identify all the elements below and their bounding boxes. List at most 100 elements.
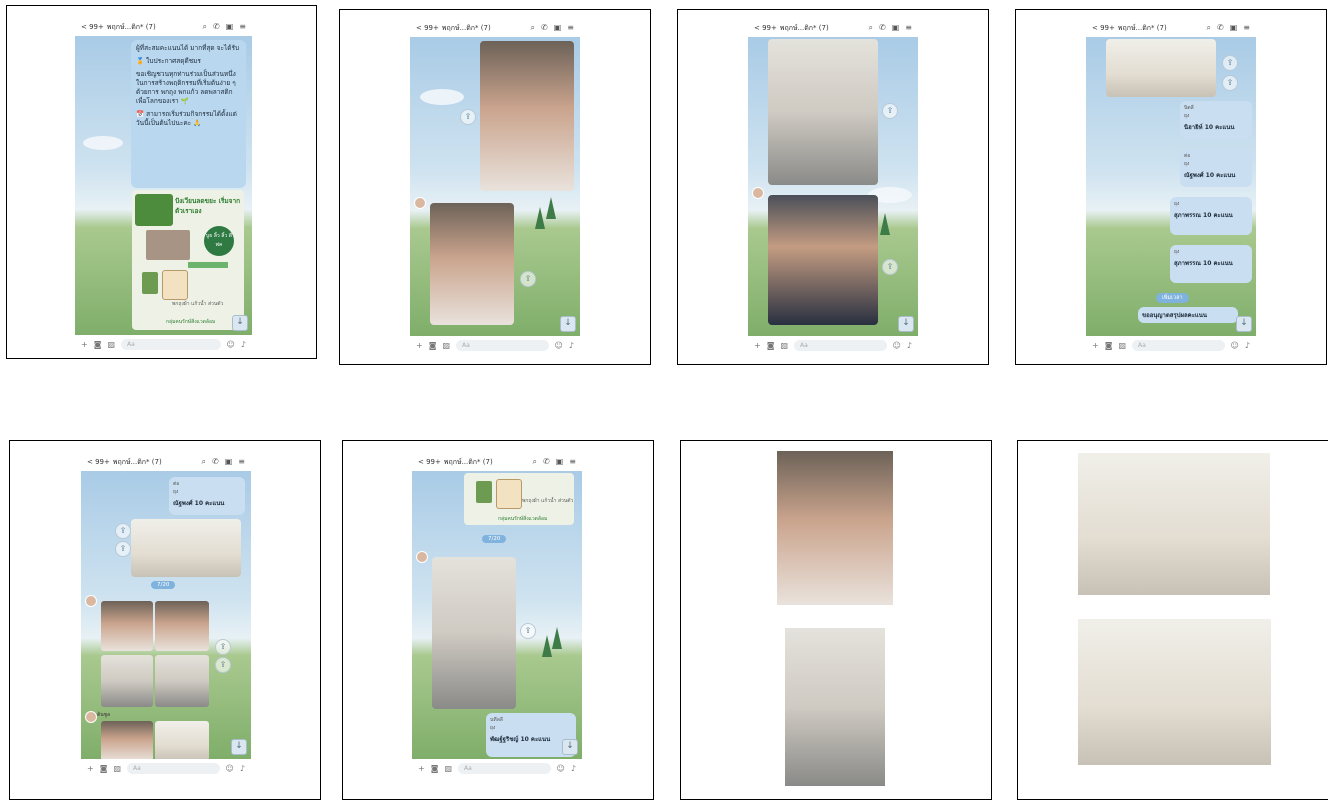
plus-icon[interactable]: + xyxy=(416,341,423,350)
notes-icon[interactable]: ▣ xyxy=(1230,23,1238,33)
message-input[interactable]: Aa xyxy=(456,339,549,351)
scroll-down-button[interactable]: ↓ xyxy=(898,316,914,332)
mic-icon[interactable]: ♪ xyxy=(907,341,912,350)
score-notice[interactable]: นิตลี ยุง นิฮายิห์ 10 คะแนน xyxy=(1180,101,1252,139)
mic-icon[interactable]: ♪ xyxy=(571,764,576,773)
camera-icon[interactable]: ◙ xyxy=(429,341,437,350)
menu-icon[interactable]: ≡ xyxy=(567,23,574,33)
camera-icon[interactable]: ◙ xyxy=(767,341,775,350)
scroll-down-button[interactable]: ↓ xyxy=(562,739,578,755)
message-input[interactable]: Aa xyxy=(458,762,551,774)
photo-woman-drinking-glass[interactable] xyxy=(430,203,514,325)
share-icon[interactable]: ⇪ xyxy=(460,109,476,125)
score-notice[interactable]: ยุง สุภาพรรณ 10 คะแนน xyxy=(1170,245,1252,283)
share-icon[interactable]: ⇪ xyxy=(115,523,131,539)
message-input[interactable]: Aa xyxy=(121,338,221,350)
emoji-icon[interactable]: ☺ xyxy=(557,764,565,773)
menu-icon[interactable]: ≡ xyxy=(569,457,576,467)
plus-icon[interactable]: + xyxy=(754,341,761,350)
image-icon[interactable]: ▨ xyxy=(1118,341,1126,350)
camera-icon[interactable]: ◙ xyxy=(100,764,108,773)
back-button[interactable]: < 99+ xyxy=(81,23,104,31)
phone-icon[interactable]: ✆ xyxy=(541,23,548,33)
search-icon[interactable]: ⌕ xyxy=(203,22,207,32)
photo-tile[interactable] xyxy=(101,601,153,651)
camera-icon[interactable]: ◙ xyxy=(94,340,102,349)
photo-tile[interactable] xyxy=(155,721,209,759)
plus-icon[interactable]: + xyxy=(81,340,88,349)
phone-icon[interactable]: ✆ xyxy=(879,23,886,33)
message-input[interactable]: Aa xyxy=(127,762,220,774)
scroll-down-button[interactable]: ↓ xyxy=(231,739,247,755)
score-notice[interactable]: ยุง สุภาพรรณ 10 คะแนน xyxy=(1170,197,1252,235)
search-icon[interactable]: ⌕ xyxy=(531,23,535,33)
scroll-down-button[interactable]: ↓ xyxy=(1236,316,1252,332)
notes-icon[interactable]: ▣ xyxy=(892,23,900,33)
plus-icon[interactable]: + xyxy=(418,764,425,773)
emoji-icon[interactable]: ☺ xyxy=(893,341,901,350)
phone-icon[interactable]: ✆ xyxy=(213,22,220,32)
share-icon[interactable]: ⇪ xyxy=(520,271,536,287)
back-button[interactable]: < 99+ xyxy=(754,24,777,32)
back-button[interactable]: < 99+ xyxy=(418,458,441,466)
plus-icon[interactable]: + xyxy=(87,764,94,773)
photo-tote-bags[interactable] xyxy=(131,519,241,577)
share-icon[interactable]: ⇪ xyxy=(1222,55,1238,71)
share-icon[interactable]: ⇪ xyxy=(215,639,231,655)
menu-icon[interactable]: ≡ xyxy=(238,457,245,467)
photo-tile[interactable] xyxy=(101,655,153,707)
photo-man-holding-cup[interactable] xyxy=(768,195,878,325)
share-icon[interactable]: ⇪ xyxy=(520,623,536,639)
mic-icon[interactable]: ♪ xyxy=(1245,341,1250,350)
menu-icon[interactable]: ≡ xyxy=(905,23,912,33)
back-button[interactable]: < 99+ xyxy=(87,458,110,466)
share-icon[interactable]: ⇪ xyxy=(115,541,131,557)
photo-two-women-cups[interactable] xyxy=(1106,39,1216,97)
score-notice[interactable]: ต่อ ยุง ณัฐพงศ์ 10 คะแนน xyxy=(1180,149,1252,187)
emoji-icon[interactable]: ☺ xyxy=(555,341,563,350)
score-notice[interactable]: ต่อ ยุง ณัฐพงศ์ 10 คะแนน xyxy=(169,477,245,515)
phone-icon[interactable]: ✆ xyxy=(1217,23,1224,33)
image-icon[interactable]: ▨ xyxy=(780,341,788,350)
menu-icon[interactable]: ≡ xyxy=(1243,23,1250,33)
plus-icon[interactable]: + xyxy=(1092,341,1099,350)
notes-icon[interactable]: ▣ xyxy=(556,457,564,467)
message-input[interactable]: Aa xyxy=(794,339,887,351)
image-icon[interactable]: ▨ xyxy=(444,764,452,773)
search-icon[interactable]: ⌕ xyxy=(533,457,537,467)
emoji-icon[interactable]: ☺ xyxy=(1231,341,1239,350)
photo-man-mirror-selfie[interactable] xyxy=(432,557,516,709)
photo-tile[interactable] xyxy=(155,601,209,651)
search-icon[interactable]: ⌕ xyxy=(869,23,873,33)
phone-icon[interactable]: ✆ xyxy=(212,457,219,467)
camera-icon[interactable]: ◙ xyxy=(431,764,439,773)
mic-icon[interactable]: ♪ xyxy=(241,340,246,349)
share-icon[interactable]: ⇪ xyxy=(215,657,231,673)
notes-icon[interactable]: ▣ xyxy=(226,22,234,32)
share-icon[interactable]: ⇪ xyxy=(1222,75,1238,91)
share-icon[interactable]: ⇪ xyxy=(882,259,898,275)
mic-icon[interactable]: ♪ xyxy=(240,764,245,773)
emoji-icon[interactable]: ☺ xyxy=(227,340,235,349)
message-input[interactable]: Aa xyxy=(1132,339,1225,351)
image-icon[interactable]: ▨ xyxy=(113,764,121,773)
notes-icon[interactable]: ▣ xyxy=(554,23,562,33)
photo-man-office-cup[interactable] xyxy=(768,39,878,185)
share-icon[interactable]: ⇪ xyxy=(882,103,898,119)
campaign-poster[interactable]: ปังเวียนลดขยะ เริ่มจากตัวเราเอง บูธ ลิ้ว… xyxy=(132,190,244,330)
notes-icon[interactable]: ▣ xyxy=(225,457,233,467)
image-icon[interactable]: ▨ xyxy=(442,341,450,350)
scroll-down-button[interactable]: ↓ xyxy=(232,315,248,331)
search-icon[interactable]: ⌕ xyxy=(202,457,206,467)
scroll-down-button[interactable]: ↓ xyxy=(560,316,576,332)
menu-icon[interactable]: ≡ xyxy=(239,22,246,32)
message-bubble[interactable]: ขออนุญาตสรุปผลคะแนน xyxy=(1138,307,1238,323)
photo-woman-drinking-tumbler[interactable] xyxy=(480,41,574,191)
phone-icon[interactable]: ✆ xyxy=(543,457,550,467)
back-button[interactable]: < 99+ xyxy=(1092,24,1115,32)
back-button[interactable]: < 99+ xyxy=(416,24,439,32)
image-icon[interactable]: ▨ xyxy=(107,340,115,349)
search-icon[interactable]: ⌕ xyxy=(1207,23,1211,33)
emoji-icon[interactable]: ☺ xyxy=(226,764,234,773)
photo-tile[interactable] xyxy=(101,721,153,759)
